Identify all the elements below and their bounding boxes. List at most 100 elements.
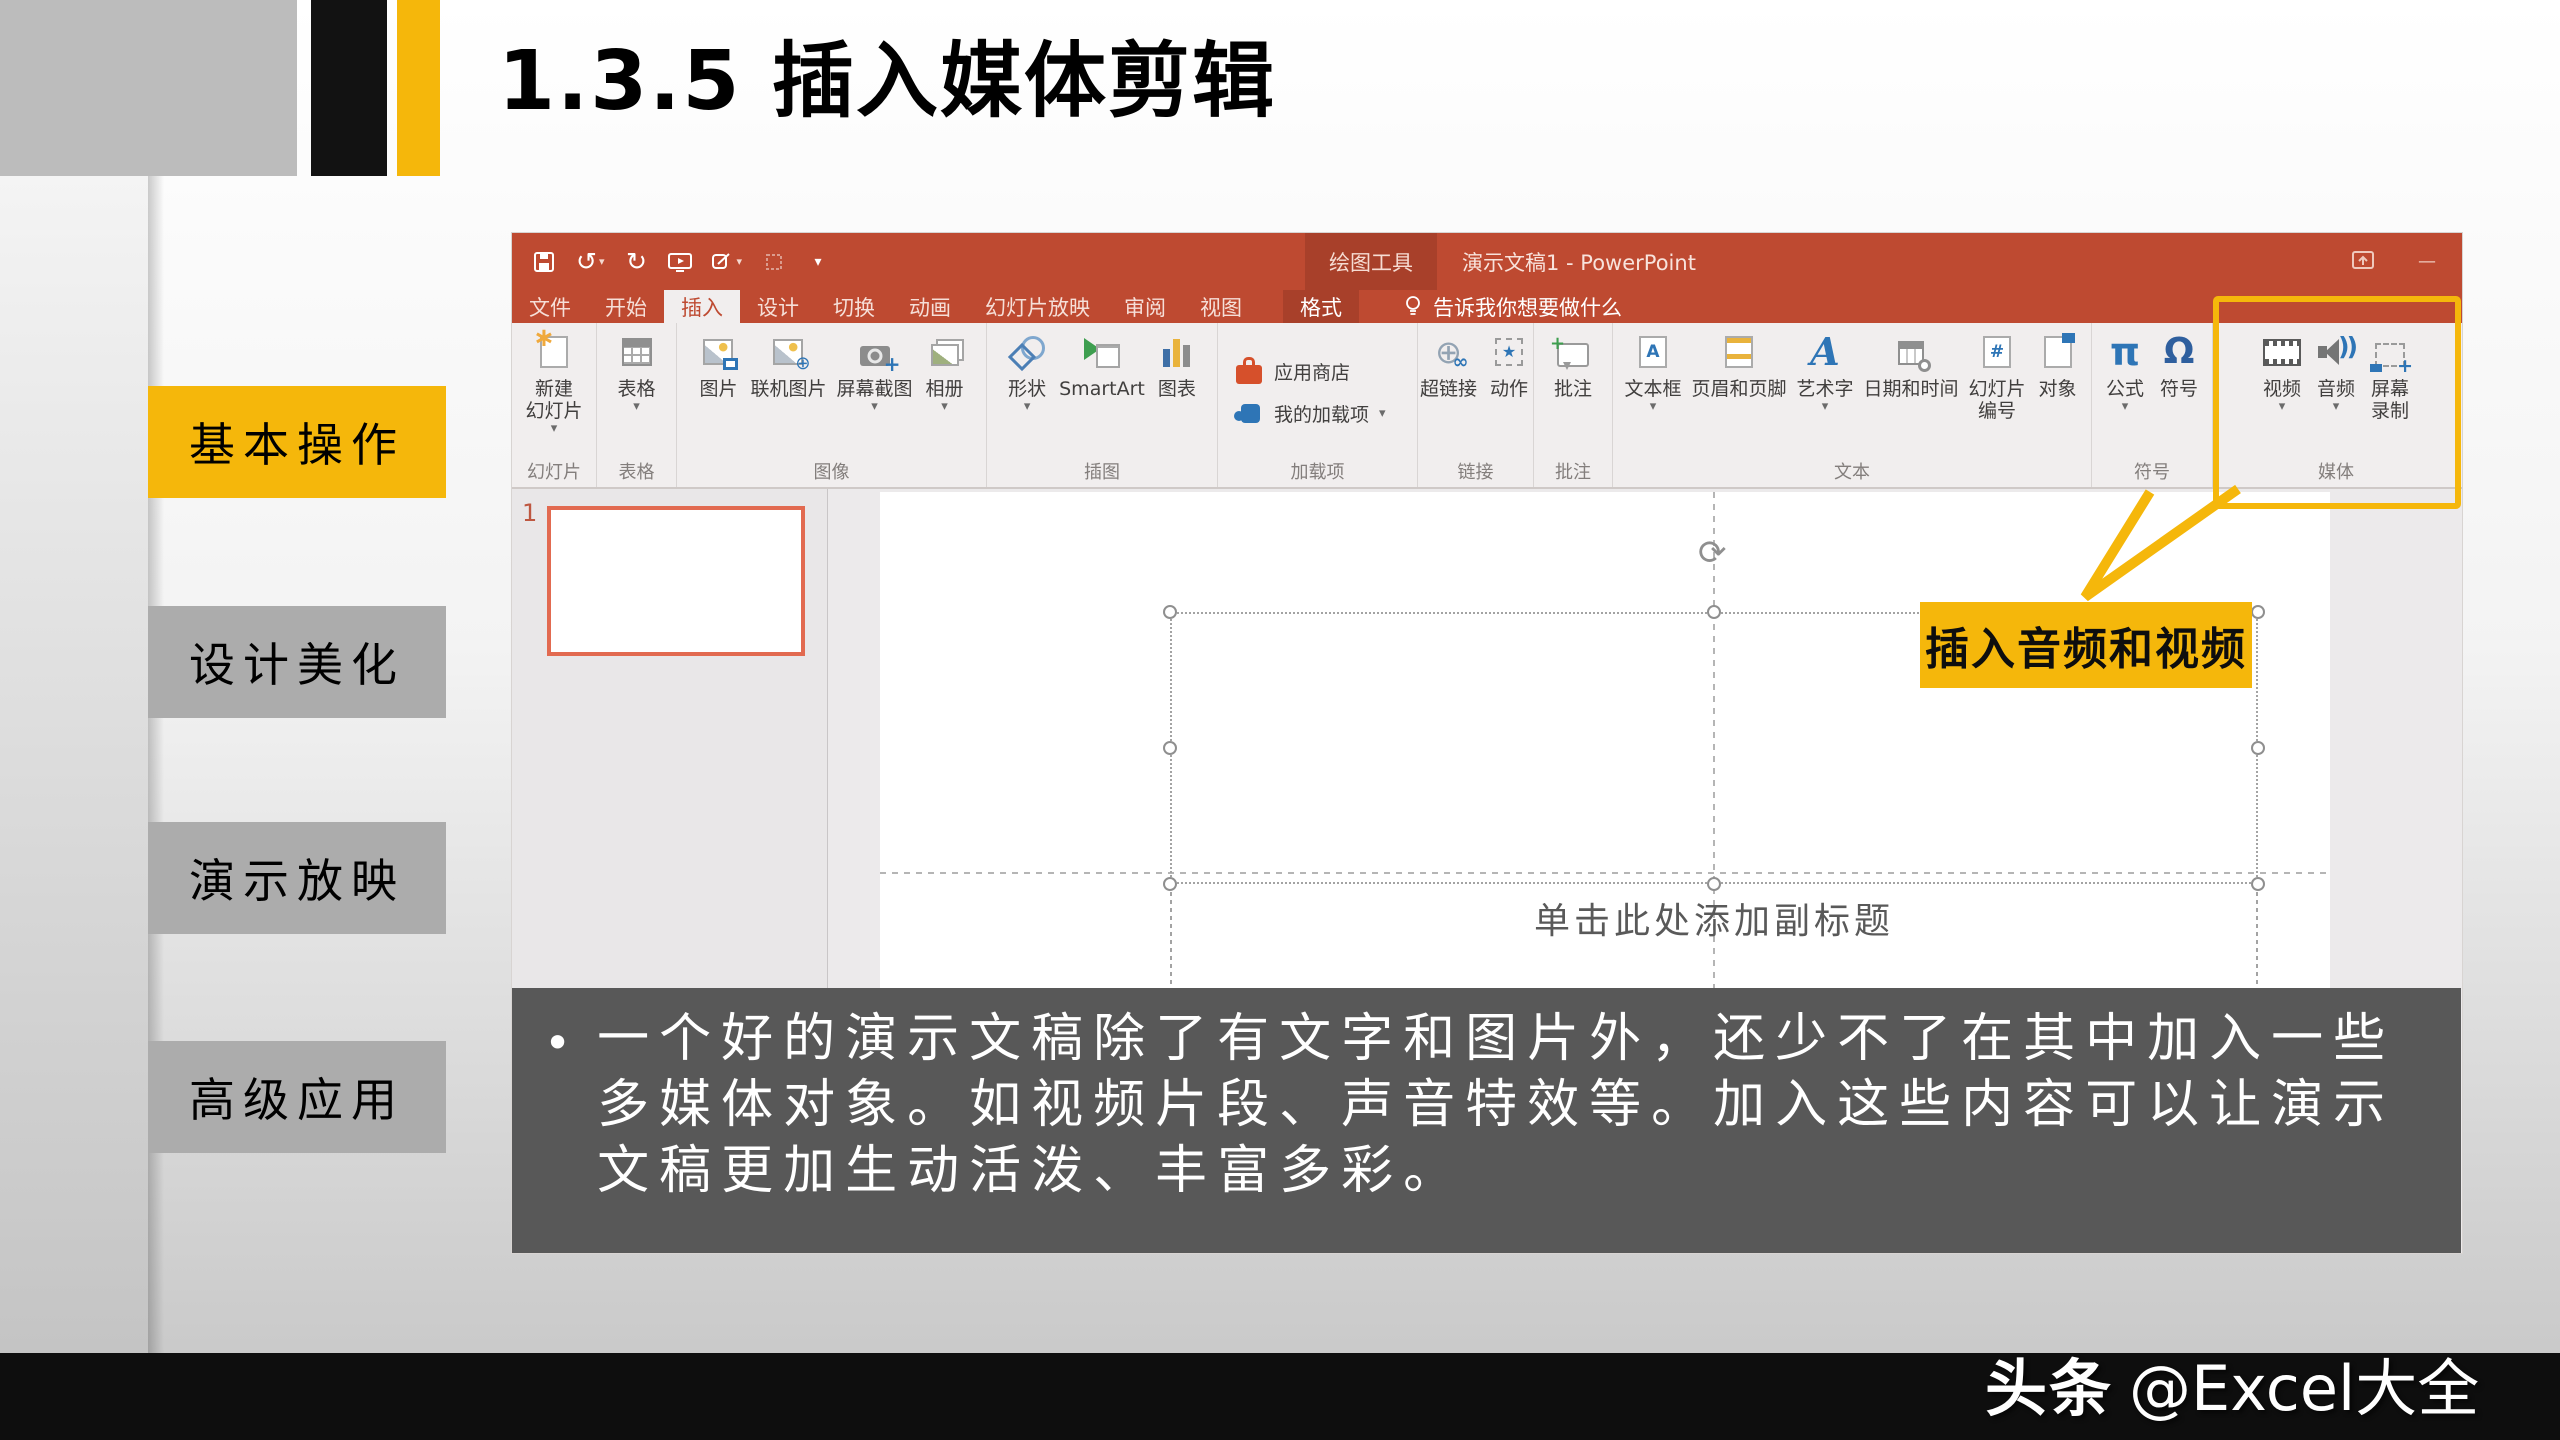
- dropdown-arrow-icon: [1024, 400, 1031, 413]
- group-label: 批注: [1534, 458, 1612, 484]
- hyperlink-button[interactable]: 超链接: [1418, 331, 1480, 400]
- group-label: 表格: [597, 458, 676, 484]
- tab-home[interactable]: 开始: [588, 290, 664, 323]
- resize-handle[interactable]: [1163, 741, 1177, 755]
- sidebar-item-slideshow[interactable]: 演示放映: [148, 822, 446, 934]
- header-footer-button[interactable]: 页眉和页脚: [1688, 331, 1789, 400]
- action-icon: [1487, 331, 1531, 373]
- date-time-button[interactable]: 日期和时间: [1861, 331, 1962, 400]
- sidebar-item-basic-operations[interactable]: 基本操作: [148, 386, 446, 498]
- body-text-box: • 一个好的演示文稿除了有文字和图片外，还少不了在其中加入一些 多媒体对象。如视…: [512, 988, 2461, 1253]
- picture-icon: [696, 331, 740, 373]
- dropdown-arrow-icon: [871, 400, 878, 413]
- group-label: 文本: [1613, 458, 2091, 484]
- table-button[interactable]: 表格: [612, 331, 662, 413]
- resize-handle[interactable]: [2251, 741, 2265, 755]
- sidebar-item-design[interactable]: 设计美化: [148, 606, 446, 718]
- resize-handle[interactable]: [1163, 605, 1177, 619]
- ribbon: 新建 幻灯片 幻灯片 表格 表格 图片 联机图片: [512, 323, 2462, 489]
- body-text-line: 文稿更加生动活泼、丰富多彩。: [597, 1138, 2395, 1204]
- undo-dropdown-icon[interactable]: ▾: [599, 256, 605, 267]
- tab-transitions[interactable]: 切换: [816, 290, 892, 323]
- subtitle-placeholder-text[interactable]: 单击此处添加副标题: [1414, 892, 2014, 944]
- sidebar-item-label: 演示放映: [189, 845, 405, 911]
- tab-format[interactable]: 格式: [1283, 290, 1359, 323]
- group-slides: 新建 幻灯片 幻灯片: [512, 323, 597, 487]
- object-button[interactable]: 对象: [2033, 331, 2083, 400]
- slide-number-button[interactable]: 幻灯片 编号: [1966, 331, 2029, 422]
- text-box-button[interactable]: 文本框: [1621, 331, 1684, 413]
- dropdown-arrow-icon: [1379, 407, 1386, 420]
- slide-thumbnail[interactable]: [547, 506, 805, 656]
- group-label: 链接: [1418, 458, 1533, 484]
- minimize-icon[interactable]: [2418, 251, 2436, 272]
- equation-button[interactable]: 公式: [2100, 331, 2150, 413]
- resize-handle[interactable]: [1163, 877, 1177, 891]
- ribbon-display-options-icon[interactable]: [2352, 251, 2374, 273]
- header-gray-block: [0, 0, 297, 176]
- object-icon: [2036, 331, 2080, 373]
- pictures-button[interactable]: 图片: [693, 331, 743, 400]
- store-button[interactable]: 应用商店: [1234, 357, 1350, 385]
- resize-handle[interactable]: [1707, 877, 1721, 891]
- sidebar-item-advanced[interactable]: 高级应用: [148, 1041, 446, 1153]
- tab-insert[interactable]: 插入: [664, 290, 740, 323]
- body-text-line: 一个好的演示文稿除了有文字和图片外，还少不了在其中加入一些: [597, 1006, 2395, 1072]
- screen-recording-button[interactable]: 屏幕 录制: [2365, 331, 2415, 422]
- screenshot-button[interactable]: 屏幕截图: [834, 331, 916, 413]
- new-comment-button[interactable]: 批注: [1548, 331, 1598, 400]
- group-label: 插图: [987, 458, 1217, 484]
- action-button[interactable]: 动作: [1484, 331, 1534, 400]
- header-black-bar: [311, 0, 387, 176]
- window-controls: [2352, 233, 2436, 290]
- save-icon[interactable]: [532, 251, 556, 273]
- redo-icon[interactable]: ↻: [624, 249, 648, 274]
- strip-shadow: [148, 170, 164, 1353]
- tab-view[interactable]: 视图: [1183, 290, 1259, 323]
- my-addins-icon: [1234, 399, 1264, 427]
- customize-qat-icon[interactable]: ▾: [806, 255, 830, 269]
- ink-pen-icon[interactable]: ▾: [712, 252, 742, 272]
- resize-handle[interactable]: [2251, 877, 2265, 891]
- watermark-brand: 头条: [1985, 1338, 2113, 1428]
- wordart-button[interactable]: 艺术字: [1793, 331, 1856, 413]
- video-button[interactable]: 视频: [2257, 331, 2307, 413]
- sidebar-item-label: 设计美化: [189, 629, 405, 695]
- audio-button[interactable]: 音频: [2311, 331, 2361, 413]
- document-title: 演示文稿1 - PowerPoint: [1462, 233, 1696, 290]
- tab-slideshow[interactable]: 幻灯片放映: [968, 290, 1107, 323]
- rotate-handle-icon[interactable]: [1698, 536, 1727, 570]
- symbol-icon: [2157, 331, 2201, 373]
- tab-animations[interactable]: 动画: [892, 290, 968, 323]
- tab-file[interactable]: 文件: [512, 290, 588, 323]
- equation-icon: [2103, 331, 2147, 373]
- callout-label: 插入音频和视频: [1920, 602, 2252, 688]
- shapes-button[interactable]: 形状: [1002, 331, 1052, 413]
- tab-design[interactable]: 设计: [740, 290, 816, 323]
- photo-album-button[interactable]: 相册: [920, 331, 970, 413]
- resize-handle[interactable]: [1707, 605, 1721, 619]
- group-tables: 表格 表格: [597, 323, 677, 487]
- tell-me-box[interactable]: 告诉我你想要做什么: [1405, 290, 1622, 323]
- undo-icon[interactable]: ↺▾: [576, 249, 604, 274]
- ink-dropdown-icon[interactable]: ▾: [736, 256, 742, 267]
- my-addins-button[interactable]: 我的加载项: [1234, 399, 1386, 427]
- group-links: 超链接 动作 链接: [1418, 323, 1534, 487]
- smartart-button[interactable]: SmartArt: [1056, 331, 1148, 400]
- smartart-icon: [1080, 331, 1124, 373]
- bullet-point: •: [544, 1016, 571, 1253]
- ribbon-tabs: 文件 开始 插入 设计 切换 动画 幻灯片放映 审阅 视图 格式 告诉我你想要做…: [512, 290, 2462, 323]
- chart-button[interactable]: 图表: [1152, 331, 1202, 400]
- online-pictures-button[interactable]: 联机图片: [747, 331, 829, 400]
- sidebar-item-label: 高级应用: [189, 1064, 405, 1130]
- tab-review[interactable]: 审阅: [1107, 290, 1183, 323]
- dropdown-arrow-icon: [1650, 400, 1657, 413]
- new-slide-icon: [532, 331, 576, 373]
- resize-handle[interactable]: [2251, 605, 2265, 619]
- group-label: 媒体: [2213, 458, 2459, 484]
- start-presentation-icon[interactable]: [668, 252, 692, 272]
- new-slide-button[interactable]: 新建 幻灯片: [522, 331, 585, 435]
- group-addins: 应用商店 我的加载项 加载项: [1218, 323, 1418, 487]
- symbol-button[interactable]: 符号: [2154, 331, 2204, 400]
- new-comment-icon: [1551, 331, 1595, 373]
